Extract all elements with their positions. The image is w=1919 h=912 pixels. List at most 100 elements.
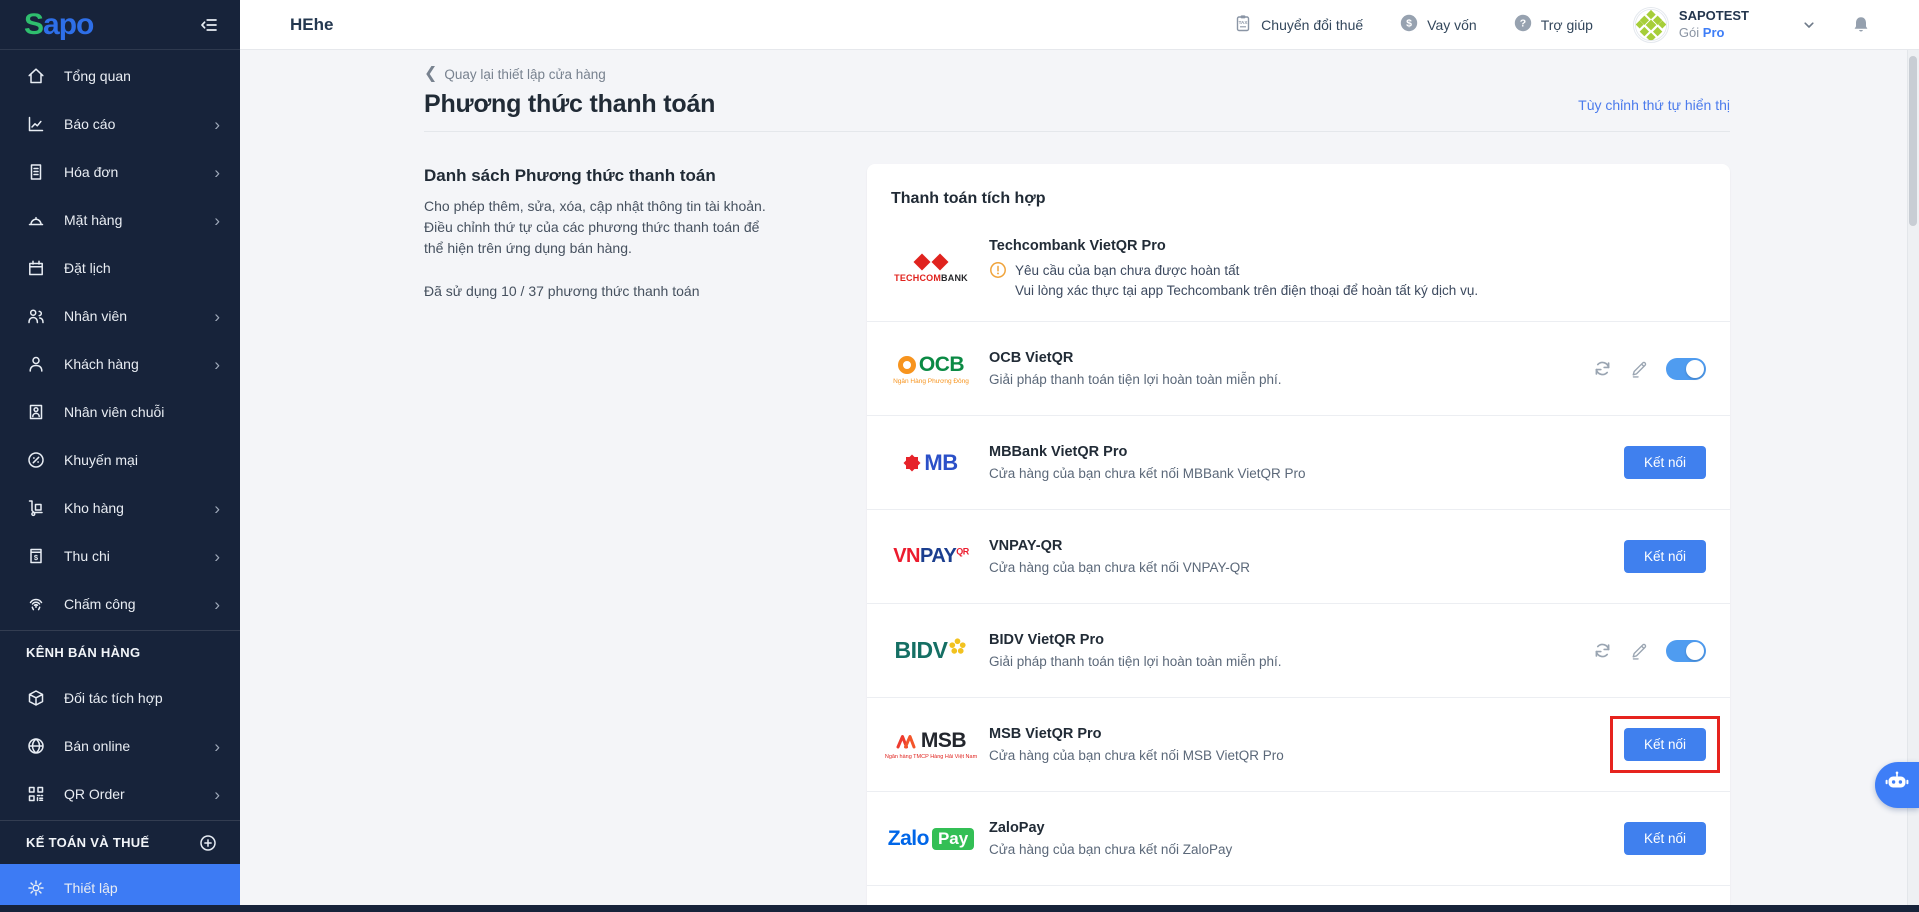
account-plan: Gói Pro: [1678, 24, 1725, 40]
bell-icon[interactable]: [1851, 15, 1871, 35]
payment-name: OCB VietQR: [989, 350, 1074, 366]
payment-info: OCB VietQR Giải pháp thanh toán tiện lợi …: [989, 350, 1282, 387]
sidebar-item-cham-cong[interactable]: Chấm công ›: [0, 580, 240, 628]
topbar-right: TAX Chuyển đổi thuế $ Vay vốn ? Trợ giúp: [1197, 6, 1871, 43]
vnpay-logo: VNPAYQR: [893, 545, 969, 567]
payment-info: ZaloPay Cửa hàng của bạn chưa kết nối Zal…: [989, 820, 1232, 857]
partner-box-icon: [26, 688, 46, 708]
customize-order-link[interactable]: Tùy chỉnh thứ tự hiển thị: [1578, 97, 1730, 113]
payment-info: MBBank VietQR Pro Cửa hàng của bạn chưa k…: [989, 444, 1306, 481]
sidebar-item-qr-order[interactable]: QR Order ›: [0, 770, 240, 818]
payment-actions: [1592, 357, 1706, 380]
toggle-knob: [1686, 359, 1704, 378]
help-label: Trợ giúp: [1540, 16, 1593, 33]
usage-counter: Đã sử dụng 10 / 37 phương thức thanh toá…: [424, 283, 700, 299]
sidebar-item-khuyen-mai[interactable]: Khuyến mại: [0, 436, 240, 484]
breadcrumb[interactable]: ❮ Quay lại thiết lập cửa hàng: [424, 66, 606, 82]
home-icon: [26, 66, 46, 86]
info-heading: Danh sách Phương thức thanh toán: [424, 166, 716, 185]
chevron-down-icon[interactable]: [1799, 15, 1819, 35]
sidebar-item-nhan-vien[interactable]: Nhân viên ›: [0, 292, 240, 340]
sidebar-item-thu-chi[interactable]: $ Thu chi ›: [0, 532, 240, 580]
chatbot-bubble-button[interactable]: [1875, 762, 1919, 808]
sapo-logo[interactable]: Sapo: [24, 7, 94, 41]
connect-button-vnpay[interactable]: Kết nối: [1623, 540, 1706, 573]
loan-button[interactable]: $ Vay vốn: [1399, 13, 1477, 36]
globe-icon: [26, 736, 46, 756]
customer-icon: [26, 354, 46, 374]
svg-text:$: $: [34, 553, 39, 562]
payment-name: ZaloPay: [989, 820, 1045, 836]
annotation-highlight-box: Kết nối: [1609, 716, 1720, 773]
sidebar-item-nhan-vien-chuoi[interactable]: Nhân viên chuỗi: [0, 388, 240, 436]
chevron-right-icon: ›: [214, 306, 220, 326]
tax-conversion-button[interactable]: TAX Chuyển đổi thuế: [1233, 13, 1363, 36]
sidebar-item-doi-tac-tich-hop[interactable]: Đối tác tích hợp: [0, 674, 240, 722]
chevron-right-icon: ›: [214, 594, 220, 614]
edit-icon[interactable]: [1629, 640, 1650, 661]
edit-icon[interactable]: [1629, 358, 1650, 379]
sapo-logo-rest: apo: [43, 7, 94, 41]
add-icon[interactable]: [198, 833, 218, 853]
warning-text: Yêu cầu của bạn chưa được hoàn tất Vui lò…: [1015, 262, 1479, 298]
svg-text:?: ?: [1519, 18, 1525, 30]
connect-button-mbbank[interactable]: Kết nối: [1623, 446, 1706, 479]
columns: Danh sách Phương thức thanh toán Cho phé…: [424, 132, 1730, 912]
toggle-ocb[interactable]: [1666, 357, 1706, 380]
sidebar-item-khach-hang[interactable]: Khách hàng ›: [0, 340, 240, 388]
payment-description: Cửa hàng của bạn chưa kết nối ZaloPay: [989, 842, 1233, 857]
page-title: Phương thức thanh toán: [424, 90, 716, 118]
sidebar-item-label: Đặt lịch: [64, 260, 111, 276]
sidebar-item-dat-lich[interactable]: Đặt lịch: [0, 244, 240, 292]
payment-description: Cửa hàng của bạn chưa kết nối VNPAY-QR: [989, 560, 1250, 575]
payment-row-vnpay: VNPAYQR VNPAY-QR Cửa hàng của bạn chưa kết…: [867, 510, 1730, 604]
chevron-right-icon: ›: [214, 162, 220, 182]
payment-row-msb: MSB Ngân hàng TMCP Hàng Hải Việt Nam MSB V…: [867, 698, 1730, 792]
qr-icon: [26, 784, 46, 804]
chevron-right-icon: ›: [214, 354, 220, 374]
account-plan-tier: Pro: [1702, 24, 1725, 40]
account-menu[interactable]: SAPOTEST Gói Pro: [1632, 6, 1749, 43]
gear-icon: [26, 878, 46, 898]
payment-info: Techcombank VietQR Pro Yêu cầu của bạn ch…: [989, 238, 1478, 302]
info-column: Danh sách Phương thức thanh toán Cho phé…: [424, 132, 780, 302]
chevron-right-icon: ›: [214, 114, 220, 134]
sidebar-item-label: Khuyến mại: [64, 452, 138, 468]
refresh-icon[interactable]: [1592, 640, 1613, 661]
sidebar-item-hoa-don[interactable]: Hóa đơn ›: [0, 148, 240, 196]
svg-text:$: $: [1406, 18, 1412, 30]
sidebar-item-label: Khách hàng: [64, 356, 139, 372]
svg-text:TAX: TAX: [1239, 20, 1249, 25]
refresh-icon[interactable]: [1592, 358, 1613, 379]
warning-icon: [989, 261, 1007, 284]
connect-button-zalopay[interactable]: Kết nối: [1623, 822, 1706, 855]
promotion-icon: [26, 450, 46, 470]
account-name: SAPOTEST: [1678, 7, 1749, 23]
sidebar-collapse-icon[interactable]: [198, 15, 220, 35]
sidebar-item-bao-cao[interactable]: Báo cáo ›: [0, 100, 240, 148]
sidebar-section: KẾ TOÁN VÀ THUẾ: [0, 820, 240, 864]
payment-actions: [1592, 639, 1706, 662]
payment-name: MSB VietQR Pro: [989, 726, 1102, 742]
connect-button-msb[interactable]: Kết nối: [1623, 728, 1706, 761]
sidebar-item-mat-hang[interactable]: Mặt hàng ›: [0, 196, 240, 244]
payment-description: Cửa hàng của bạn chưa kết nối MSB VietQR…: [989, 748, 1284, 763]
sidebar-item-tong-quan[interactable]: Tổng quan: [0, 52, 240, 100]
toggle-bidv[interactable]: [1666, 639, 1706, 662]
loan-coin-icon: $: [1399, 13, 1419, 36]
zalopay-logo: Zalo Pay: [888, 827, 975, 851]
sidebar-item-ban-online[interactable]: Bán online ›: [0, 722, 240, 770]
help-button[interactable]: ? Trợ giúp: [1513, 13, 1593, 36]
cashbook-icon: $: [26, 546, 46, 566]
payment-description: Cửa hàng của bạn chưa kết nối MBBank Vie…: [989, 466, 1306, 481]
scrollbar-thumb[interactable]: [1909, 56, 1917, 226]
sidebar-item-kho-hang[interactable]: Kho hàng ›: [0, 484, 240, 532]
products-icon: [26, 210, 46, 230]
warehouse-icon: [26, 498, 46, 518]
sidebar-logo-row: Sapo: [0, 0, 240, 50]
payment-name: Techcombank VietQR Pro: [989, 237, 1166, 254]
loan-label: Vay vốn: [1427, 16, 1477, 33]
ocb-logo: OCB Ngân Hàng Phương Đông: [893, 352, 969, 385]
breadcrumb-label: Quay lại thiết lập cửa hàng: [444, 66, 606, 82]
calendar-icon: [26, 258, 46, 278]
